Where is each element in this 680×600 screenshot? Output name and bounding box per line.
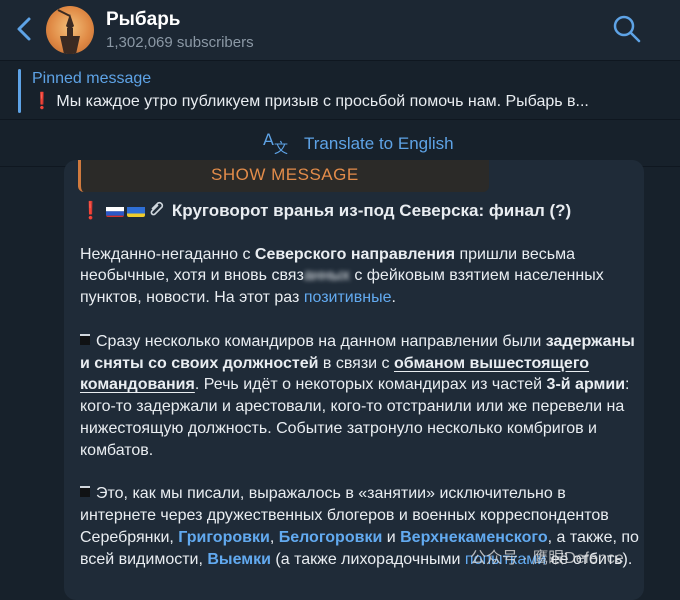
message-text: ❗ Круговорот вранья из-под Северска: фин… [80, 200, 640, 592]
chevron-left-icon [17, 17, 31, 41]
paragraph-2: Сразу несколько командиров на данном нап… [80, 331, 640, 462]
p1-text: . [391, 289, 396, 307]
svg-text:A: A [263, 130, 274, 149]
channel-name: Рыбарь [106, 9, 181, 30]
paperclip-icon [148, 200, 166, 222]
message-title: Круговорот вранья из-под Северска: финал… [171, 201, 572, 220]
subscriber-count: 1,302,069 subscribers [106, 34, 254, 51]
p2-text: в связи с [318, 354, 394, 372]
pinned-preview: ❗ Мы каждое утро публикуем призыв с прос… [32, 91, 672, 111]
p1-text: Нежданно-негаданно с [80, 245, 255, 263]
show-message-label: SHOW MESSAGE [211, 165, 359, 184]
channel-header: Рыбарь 1,302,069 subscribers [0, 0, 680, 60]
link-vyemka[interactable]: Выемки [207, 551, 271, 568]
p1-bold: Северского направления [254, 245, 456, 263]
translate-icon: A 文 [263, 130, 288, 156]
message-title-line: ❗ Круговорот вранья из-под Северска: фин… [80, 200, 640, 222]
pinned-label: Pinned message [32, 70, 152, 87]
exclamation-icon: ❗ [32, 93, 52, 110]
exclamation-icon: ❗ [80, 201, 102, 220]
ukraine-flag-icon [126, 204, 145, 217]
black-square-icon [80, 486, 90, 498]
translate-label: Translate to English [304, 134, 454, 153]
show-message-button[interactable]: SHOW MESSAGE [78, 160, 489, 192]
paragraph-1: Нежданно-негаданно с Северского направле… [80, 244, 640, 309]
avatar[interactable] [46, 6, 94, 54]
p3-text: , [269, 528, 279, 546]
link-grigorovka[interactable]: Григоровки [178, 529, 270, 546]
pinned-preview-text: Мы каждое утро публикуем призыв с просьб… [56, 93, 589, 110]
p3-text: и [382, 528, 401, 546]
link-positive[interactable]: позитивные [304, 289, 392, 306]
svg-text:文: 文 [274, 141, 288, 156]
blurred-text: анных [303, 267, 350, 285]
pinned-indicator [18, 69, 21, 113]
p2-bold: 3-й армии [546, 376, 626, 394]
p3-text: (а также лихорадочными [270, 550, 465, 568]
search-icon [613, 15, 641, 43]
p2-text: . Речь идёт о некоторых командирах из ча… [194, 376, 547, 394]
pinned-message-bar[interactable]: Pinned message ❗ Мы каждое утро публикуе… [0, 60, 680, 120]
russia-flag-icon [105, 204, 124, 217]
avatar-image [57, 9, 80, 54]
p2-text: Сразу несколько командиров на данном нап… [96, 332, 546, 350]
back-button[interactable] [12, 14, 38, 44]
watermark: 公众号 · 鹰眼Defence [470, 550, 624, 567]
link-belogorovka[interactable]: Белогоровки [279, 529, 383, 546]
search-button[interactable] [612, 14, 642, 44]
black-square-icon [80, 333, 90, 345]
